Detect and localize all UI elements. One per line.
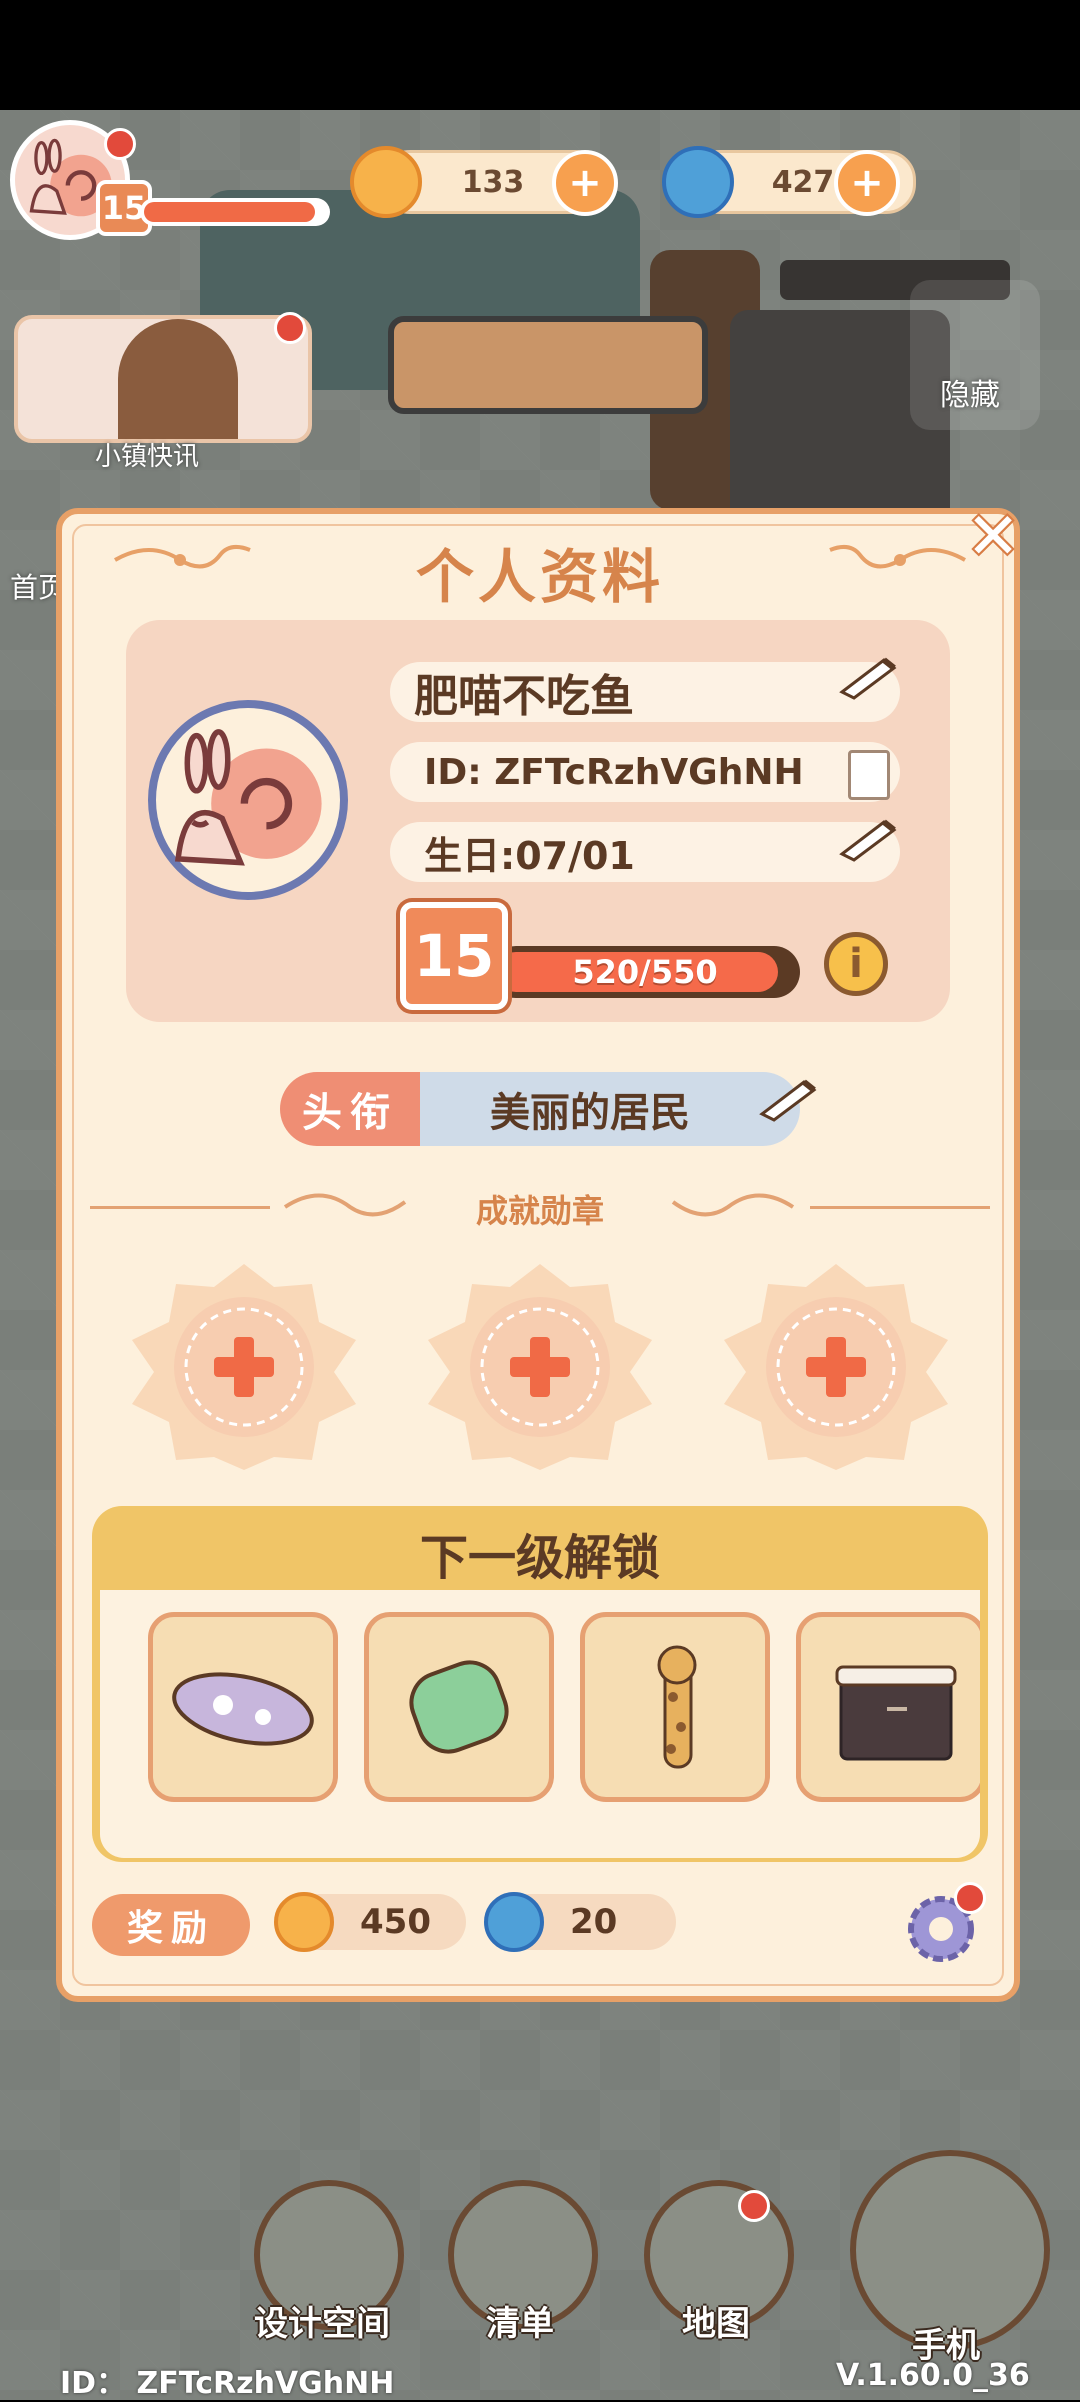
level-badge: 15 [400, 902, 508, 1010]
hide-ui-label: 隐藏 [940, 378, 1000, 413]
player-xp-bar [140, 198, 330, 226]
level-xp-bar: 520/550 [490, 946, 800, 998]
map-label: 地图 [682, 2304, 750, 2344]
nickname-field: 肥喵不吃鱼 [390, 662, 900, 722]
add-badge-icon [132, 1264, 356, 1470]
unlock-item-1[interactable] [148, 1612, 338, 1802]
unlock-item-4[interactable] [796, 1612, 980, 1802]
map-notification-dot [738, 2190, 770, 2222]
pencil-icon [839, 819, 897, 862]
green-cushion-icon [409, 1660, 509, 1754]
reward-label: 奖励 [92, 1894, 250, 1956]
add-achievement-slot-2[interactable] [420, 1262, 660, 1472]
nickname-text: 肥喵不吃鱼 [414, 671, 634, 722]
add-gems-button[interactable]: + [834, 150, 900, 216]
add-badge-icon [428, 1264, 652, 1470]
unlock-item-3[interactable] [580, 1612, 770, 1802]
status-bar [0, 0, 1080, 110]
player-id-text: ID: ZFTcRzhVGhNH [424, 751, 804, 793]
coin-icon [350, 146, 422, 218]
event-banner[interactable] [388, 316, 708, 414]
reward-gems-value: 20 [570, 1902, 618, 1942]
edit-name-button[interactable] [836, 652, 900, 706]
news-notification-dot [274, 312, 306, 344]
unlock-items-strip[interactable] [100, 1590, 980, 1858]
add-badge-icon [724, 1264, 948, 1470]
title-value: 美丽的居民 [420, 1072, 800, 1146]
version-label: V.1.60.0_36 [836, 2358, 1030, 2393]
reward-coins-value: 450 [360, 1902, 431, 1942]
town-news-card[interactable] [14, 315, 312, 443]
gem-icon [484, 1892, 544, 1952]
gem-icon [662, 146, 734, 218]
copy-id-icon[interactable] [848, 750, 890, 800]
pencil-icon [839, 657, 897, 700]
avatar-notification-dot [104, 128, 136, 160]
add-coins-button[interactable]: + [552, 150, 618, 216]
edit-title-button[interactable] [756, 1074, 820, 1128]
coin-icon [274, 1892, 334, 1952]
info-button[interactable]: i [824, 932, 888, 996]
add-achievement-slot-3[interactable] [716, 1262, 956, 1472]
add-achievement-slot-1[interactable] [124, 1262, 364, 1472]
edit-birthday-button[interactable] [836, 814, 900, 868]
title-tag-label: 头衔 [280, 1072, 420, 1146]
cabinet-icon [835, 1665, 957, 1761]
footer-player-id: ID： ZFTcRzhVGhNH [60, 2366, 395, 2401]
list-label: 清单 [486, 2304, 554, 2344]
giraffe-decor-icon [657, 1645, 697, 1769]
unlock-title: 下一级解锁 [419, 1530, 660, 1586]
profile-avatar[interactable] [148, 700, 348, 900]
town-news-label: 小镇快讯 [95, 442, 200, 472]
level-xp-text: 520/550 [572, 953, 718, 991]
birthday-text: 生日:07/01 [424, 833, 635, 878]
birthday-field: 生日:07/01 [390, 822, 900, 882]
achievements-label: 成就勋章 [475, 1192, 604, 1230]
settings-notification-dot [954, 1882, 986, 1914]
panel-title: 个人资料 [415, 543, 664, 611]
snail-icon [174, 729, 322, 866]
player-id-field: ID: ZFTcRzhVGhNH [390, 742, 900, 802]
pencil-icon [759, 1079, 817, 1122]
unlock-item-2[interactable] [364, 1612, 554, 1802]
sleeping-mat-icon [172, 1672, 314, 1746]
design-space-label: 设计空间 [254, 2304, 390, 2344]
